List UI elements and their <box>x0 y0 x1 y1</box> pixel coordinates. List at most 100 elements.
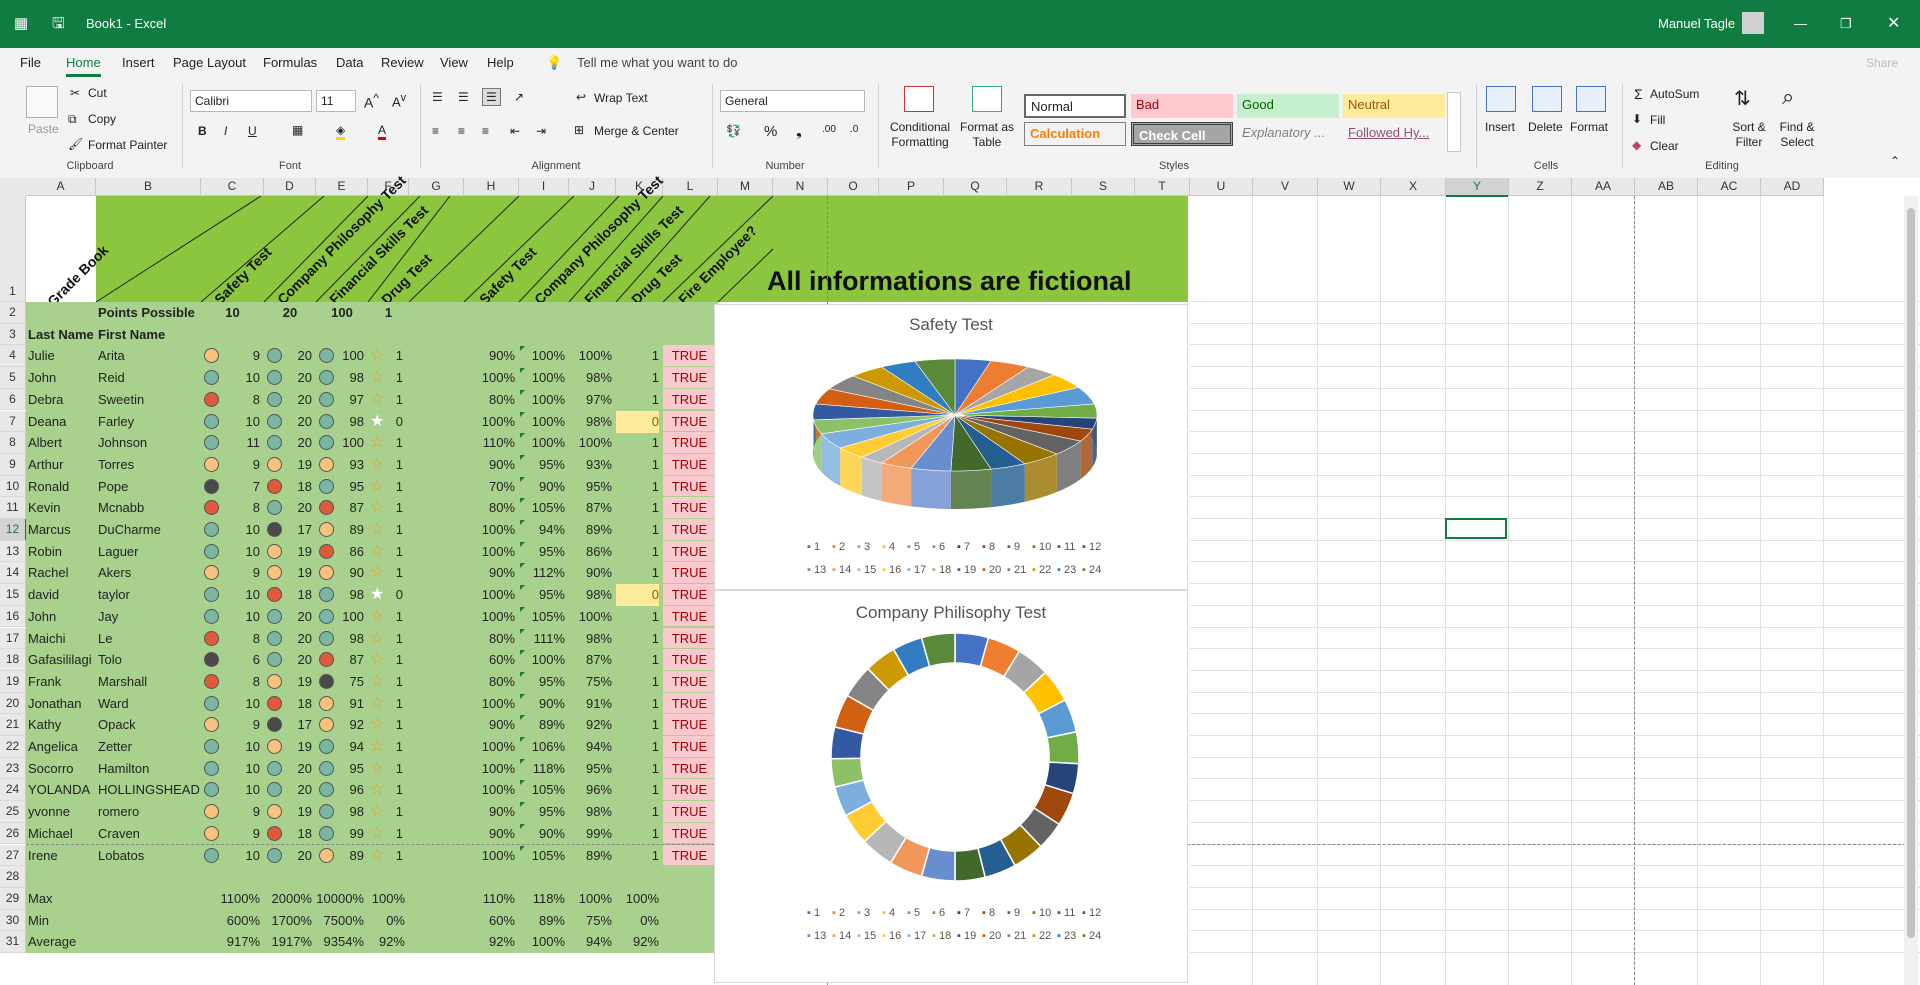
fire-employee-value[interactable]: TRUE <box>663 432 716 453</box>
drug-percent[interactable]: 1 <box>616 628 659 650</box>
financial-percent[interactable]: 99% <box>569 823 612 845</box>
drug-score[interactable]: 1 <box>368 736 403 758</box>
safety-percent[interactable]: 90% <box>464 345 515 367</box>
drug-percent[interactable]: 1 <box>616 519 659 541</box>
financial-score[interactable]: 99 <box>316 823 364 845</box>
row-header-23[interactable]: 23 <box>0 757 26 780</box>
conditional-formatting-button[interactable]: Conditional Formatting <box>884 120 956 150</box>
row-header-18[interactable]: 18 <box>0 649 26 671</box>
financial-percent[interactable]: 89% <box>569 845 612 867</box>
student-last-name[interactable]: david <box>28 584 59 606</box>
row-header-17[interactable]: 17 <box>0 627 26 650</box>
drug-percent[interactable]: 1 <box>616 801 659 823</box>
drug-score[interactable]: 1 <box>368 801 403 823</box>
philosophy-percent[interactable]: 100% <box>519 389 565 411</box>
bold-icon[interactable]: B <box>198 124 207 138</box>
clear-icon[interactable]: ◆ <box>1632 138 1641 152</box>
fill-color-icon[interactable]: ◈ <box>336 123 346 140</box>
align-middle-icon[interactable]: ☰ <box>458 90 469 104</box>
row-header-24[interactable]: 24 <box>0 779 26 802</box>
fire-employee-value[interactable]: TRUE <box>663 822 716 844</box>
drug-score[interactable]: 1 <box>368 823 403 845</box>
stat-percent[interactable]: 100% <box>606 888 659 910</box>
philosophy-percent[interactable]: 105% <box>519 779 565 801</box>
safety-percent[interactable]: 80% <box>464 628 515 650</box>
paste-button[interactable]: Paste <box>28 122 59 136</box>
column-header-c[interactable]: C <box>201 178 264 196</box>
student-last-name[interactable]: Maichi <box>28 628 66 650</box>
row-header-31[interactable]: 31 <box>0 931 26 953</box>
safety-score[interactable]: 7 <box>201 476 260 498</box>
safety-percent[interactable]: 90% <box>464 454 515 476</box>
financial-score[interactable]: 93 <box>316 454 364 476</box>
wrap-text-button[interactable]: Wrap Text <box>594 91 648 105</box>
donut-segment[interactable] <box>1046 731 1080 765</box>
select-all-corner[interactable] <box>0 178 27 197</box>
cut-icon[interactable]: ✂ <box>70 86 80 100</box>
safety-score[interactable]: 10 <box>201 845 260 867</box>
student-first-name[interactable]: Mcnabb <box>98 497 144 519</box>
financial-percent[interactable]: 89% <box>569 519 612 541</box>
row-header-22[interactable]: 22 <box>0 736 26 758</box>
financial-score[interactable]: 95 <box>316 758 364 780</box>
financial-percent[interactable]: 95% <box>569 758 612 780</box>
restore-icon[interactable]: ❐ <box>1840 0 1852 48</box>
financial-score[interactable]: 94 <box>316 736 364 758</box>
column-header-v[interactable]: V <box>1253 178 1318 196</box>
philosophy-percent[interactable]: 100% <box>519 432 565 454</box>
philosophy-score[interactable]: 18 <box>264 823 312 845</box>
financial-percent[interactable]: 95% <box>569 476 612 498</box>
grow-font-icon[interactable]: A^ <box>364 92 379 111</box>
accounting-icon[interactable]: 💱 <box>726 124 741 138</box>
philosophy-score[interactable]: 20 <box>264 432 312 454</box>
safety-percent[interactable]: 100% <box>464 584 515 606</box>
financial-score[interactable]: 98 <box>316 801 364 823</box>
philosophy-score[interactable]: 19 <box>264 736 312 758</box>
font-color-icon[interactable]: A <box>378 123 387 140</box>
financial-percent[interactable]: 100% <box>569 606 612 628</box>
row-header-10[interactable]: 10 <box>0 475 26 498</box>
scrollbar-thumb[interactable] <box>1907 208 1915 938</box>
student-last-name[interactable]: Rachel <box>28 562 68 584</box>
underline-icon[interactable]: U <box>248 124 257 138</box>
fire-employee-value[interactable]: TRUE <box>663 649 716 670</box>
drug-score[interactable]: 1 <box>368 541 403 563</box>
safety-score[interactable]: 9 <box>201 345 260 367</box>
drug-score[interactable]: 1 <box>368 476 403 498</box>
philosophy-percent[interactable]: 111% <box>519 628 565 650</box>
row-header-30[interactable]: 30 <box>0 909 26 932</box>
philosophy-score[interactable]: 19 <box>264 801 312 823</box>
fire-employee-value[interactable]: TRUE <box>663 453 716 475</box>
fire-employee-value[interactable]: TRUE <box>663 497 716 518</box>
philosophy-percent[interactable]: 112% <box>519 562 565 584</box>
drug-percent[interactable]: 1 <box>616 693 659 715</box>
align-right-icon[interactable]: ≡ <box>482 124 489 138</box>
row-header-7[interactable]: 7 <box>0 410 26 433</box>
merge-icon[interactable]: ⊞ <box>574 123 584 137</box>
fill-icon[interactable]: ⬇ <box>1632 112 1642 126</box>
financial-percent[interactable]: 87% <box>569 497 612 519</box>
philosophy-score[interactable]: 20 <box>264 628 312 650</box>
financial-score[interactable]: 75 <box>316 671 364 693</box>
selected-cell-y12[interactable] <box>1445 518 1507 539</box>
stat-value[interactable]: 92% <box>348 931 405 953</box>
financial-score[interactable]: 98 <box>316 584 364 606</box>
drug-percent[interactable]: 0 <box>616 410 659 433</box>
philosophy-percent[interactable]: 95% <box>519 541 565 563</box>
philosophy-percent[interactable]: 95% <box>519 671 565 693</box>
financial-score[interactable]: 89 <box>316 519 364 541</box>
safety-score[interactable]: 8 <box>201 389 260 411</box>
menu-page-layout[interactable]: Page Layout <box>173 48 246 78</box>
drug-percent[interactable]: 1 <box>616 367 659 389</box>
student-first-name[interactable]: Laguer <box>98 541 138 563</box>
increase-decimal-icon[interactable]: .00 <box>822 124 836 135</box>
drug-score[interactable]: 1 <box>368 389 403 411</box>
menu-file[interactable]: File <box>20 48 41 78</box>
philosophy-score[interactable]: 20 <box>264 845 312 867</box>
financial-percent[interactable]: 98% <box>569 584 612 606</box>
student-last-name[interactable]: Ronald <box>28 476 69 498</box>
row-header-25[interactable]: 25 <box>0 801 26 823</box>
stat-percent[interactable]: 100% <box>559 888 612 910</box>
column-header-aa[interactable]: AA <box>1572 178 1635 196</box>
safety-percent[interactable]: 60% <box>464 649 515 671</box>
